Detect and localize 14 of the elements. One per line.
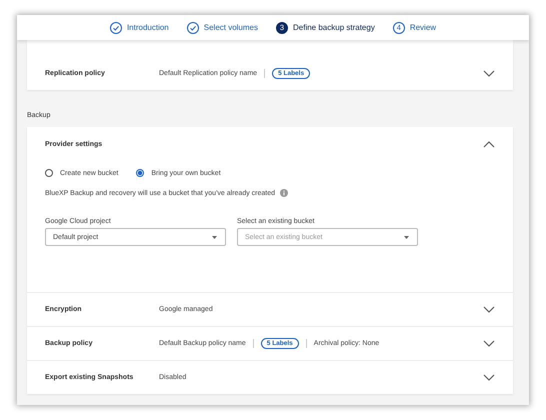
chevron-up-icon[interactable] bbox=[483, 140, 495, 148]
step-label[interactable]: Select volumes bbox=[204, 23, 258, 32]
caret-icon bbox=[212, 236, 217, 238]
radio-button[interactable] bbox=[136, 169, 144, 177]
chevron-down-icon[interactable] bbox=[483, 306, 495, 313]
chevron-down-icon[interactable] bbox=[483, 70, 495, 77]
info-icon[interactable] bbox=[280, 189, 288, 197]
step-label[interactable]: Review bbox=[410, 23, 436, 32]
chevron-down-icon[interactable] bbox=[483, 374, 495, 381]
step-label[interactable]: Introduction bbox=[126, 23, 169, 32]
radio-button[interactable] bbox=[45, 169, 53, 177]
caret-icon bbox=[404, 236, 409, 238]
step-label[interactable]: Define backup strategy bbox=[293, 23, 375, 32]
chevron-down-icon[interactable] bbox=[483, 340, 495, 347]
